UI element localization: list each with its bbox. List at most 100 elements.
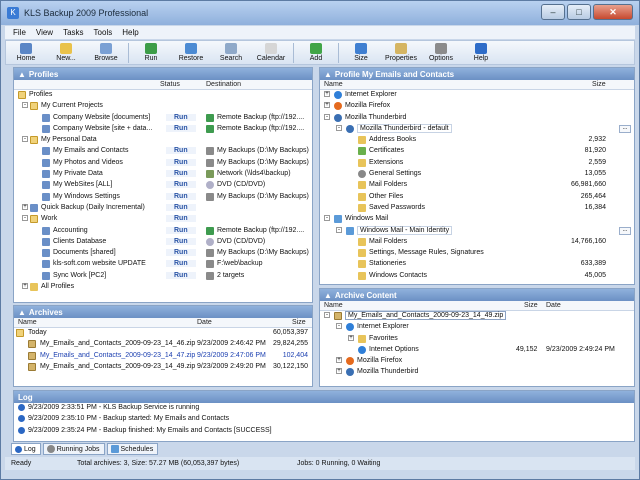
collapse-icon[interactable]: ▲ [324, 291, 332, 300]
detail-row[interactable]: Saved Passwords 16,384 [320, 203, 634, 214]
date-column-header[interactable]: Date [546, 302, 561, 309]
size-column-header[interactable]: Size [592, 81, 606, 88]
detail-row[interactable]: - Mozilla Thunderbird - default... [320, 123, 634, 135]
collapse-node-icon[interactable]: - [336, 226, 342, 233]
menu-help[interactable]: Help [122, 28, 138, 37]
profile-row[interactable]: Company Website [site + data... Run Remote… [14, 124, 312, 135]
expand-node-icon[interactable]: + [336, 368, 342, 375]
detail-row[interactable]: Extensions 2,559 [320, 158, 634, 169]
menu-tools[interactable]: Tools [94, 28, 113, 37]
profile-row[interactable]: Company Website [documents] Run Remote Bac… [14, 113, 312, 124]
detail-row[interactable]: + Mozilla Firefox [320, 101, 634, 112]
profile-row[interactable]: - Work Run [14, 214, 312, 225]
detail-row[interactable]: Windows Contacts 45,005 [320, 271, 634, 282]
name-column-header[interactable]: Name [324, 302, 343, 309]
expand-node-icon[interactable]: + [22, 203, 28, 210]
close-button[interactable]: ✕ [593, 4, 633, 20]
collapse-node-icon[interactable]: - [324, 113, 330, 120]
tab-log[interactable]: Log [11, 443, 41, 455]
archive-row[interactable]: My_Emails_and_Contacts_2009-09-23_14_47.… [14, 351, 312, 362]
tab-schedules[interactable]: Schedules [106, 443, 159, 455]
more-options-button[interactable]: ... [619, 124, 631, 133]
collapse-node-icon[interactable]: - [324, 312, 330, 318]
content-row[interactable]: - Internet Explorer [320, 322, 634, 333]
minimize-button[interactable]: – [541, 4, 565, 20]
collapse-node-icon[interactable]: - [336, 323, 342, 330]
archive-row[interactable]: My_Emails_and_Contacts_2009-09-23_14_49.… [14, 362, 312, 373]
detail-row[interactable]: Stationeries 633,389 [320, 259, 634, 270]
archive-row[interactable]: My_Emails_and_Contacts_2009-09-23_14_46.… [14, 339, 312, 350]
more-options-button[interactable]: ... [619, 226, 631, 235]
toolbar-run-button[interactable]: Run [131, 41, 171, 65]
detail-row[interactable]: - Windows Mail - Main Identity... [320, 225, 634, 237]
detail-row[interactable]: Mail Folders 66,981,660 [320, 180, 634, 191]
detail-row[interactable]: - Windows Mail [320, 214, 634, 225]
collapse-node-icon[interactable]: - [22, 102, 28, 109]
menu-file[interactable]: File [13, 28, 26, 37]
destination-column-header[interactable]: Destination [206, 81, 241, 88]
size-column-header[interactable]: Size [524, 302, 538, 309]
name-column-header[interactable]: Name [324, 81, 343, 88]
collapse-node-icon[interactable]: - [324, 215, 330, 222]
content-row[interactable]: - My_Emails_and_Contacts_2009-09-23_14_49… [320, 311, 634, 322]
toolbar-restore-button[interactable]: Restore [171, 41, 211, 65]
profile-row[interactable]: My Private Data Run Network (\\lds4\backup… [14, 169, 312, 180]
menu-tasks[interactable]: Tasks [63, 28, 83, 37]
archive-row[interactable]: -Today60,053,397 [14, 328, 312, 339]
expand-node-icon[interactable]: + [324, 102, 330, 109]
expand-node-icon[interactable]: + [336, 357, 342, 364]
profile-row[interactable]: kls-soft.com website UPDATE Run F:\web\bac… [14, 259, 312, 270]
expand-node-icon[interactable]: + [324, 91, 330, 97]
profile-row[interactable]: My Emails and Contacts Run My Backups (D:\… [14, 146, 312, 157]
toolbar-new-button[interactable]: New... [46, 41, 86, 65]
detail-row[interactable]: Other Files 265,464 [320, 192, 634, 203]
toolbar-browse-button[interactable]: Browse [86, 41, 126, 65]
size-column-header[interactable]: Size [292, 319, 306, 326]
content-row[interactable]: + Favorites [320, 334, 634, 345]
collapse-node-icon[interactable]: - [22, 136, 28, 143]
date-column-header[interactable]: Date [197, 319, 212, 326]
detail-row[interactable]: General Settings 13,055 [320, 169, 634, 180]
toolbar-search-button[interactable]: Search [211, 41, 251, 65]
toolbar-properties-button[interactable]: Properties [381, 41, 421, 65]
menu-view[interactable]: View [36, 28, 53, 37]
status-column-header[interactable]: Status [160, 81, 180, 88]
profile-row[interactable]: Profiles [14, 90, 312, 101]
profile-row[interactable]: My Photos and Videos Run My Backups (D:\My… [14, 158, 312, 169]
toolbar-options-button[interactable]: Options [421, 41, 461, 65]
detail-row[interactable]: Mail Folders 14,766,160 [320, 237, 634, 248]
content-row[interactable]: + Mozilla Firefox [320, 356, 634, 367]
expand-node-icon[interactable]: + [22, 283, 28, 290]
profile-row[interactable]: My Windows Settings Run My Backups (D:\My … [14, 192, 312, 203]
profile-row[interactable]: Accounting Run Remote Backup (ftp://192...… [14, 226, 312, 237]
profile-row[interactable]: My WebSites [ALL] Run DVD (CD/DVD) [14, 180, 312, 191]
maximize-button[interactable]: □ [567, 4, 591, 20]
detail-row[interactable]: Certificates 81,920 [320, 146, 634, 157]
collapse-node-icon[interactable]: - [336, 124, 342, 131]
toolbar-home-button[interactable]: Home [6, 41, 46, 65]
detail-row[interactable]: Settings, Message Rules, Signatures [320, 248, 634, 259]
collapse-node-icon[interactable]: - [22, 215, 28, 222]
profile-row[interactable]: + All Profiles [14, 282, 312, 293]
content-row[interactable]: + Mozilla Thunderbird [320, 367, 634, 378]
profile-row[interactable]: - My Personal Data [14, 135, 312, 146]
tab-running-jobs[interactable]: Running Jobs [42, 443, 105, 455]
expand-node-icon[interactable]: + [348, 334, 354, 341]
toolbar-calendar-button[interactable]: Calendar [251, 41, 291, 65]
profile-row[interactable]: Sync Work [PC2] Run 2 targets [14, 271, 312, 282]
toolbar-add-button[interactable]: Add [296, 41, 336, 65]
collapse-icon[interactable]: ▲ [324, 70, 332, 79]
collapse-icon[interactable]: ▲ [18, 308, 26, 317]
profile-row[interactable]: Clients Database Run DVD (CD/DVD) [14, 237, 312, 248]
detail-row[interactable]: - Mozilla Thunderbird [320, 113, 634, 124]
name-column-header[interactable]: Name [18, 319, 37, 326]
detail-row[interactable]: + Internet Explorer [320, 90, 634, 101]
profile-row[interactable]: + Quick Backup (Daily Incremental) Run [14, 203, 312, 214]
content-row[interactable]: Internet Options 49,152 9/23/2009 2:49:24 … [320, 345, 634, 356]
toolbar-size-button[interactable]: Size [341, 41, 381, 65]
toolbar-help-button[interactable]: Help [461, 41, 501, 65]
collapse-icon[interactable]: ▲ [18, 70, 26, 79]
profile-row[interactable]: - My Current Projects [14, 101, 312, 112]
profile-row[interactable]: Documents [shared] Run My Backups (D:\My B… [14, 248, 312, 259]
detail-row[interactable]: Address Books 2,932 [320, 135, 634, 146]
